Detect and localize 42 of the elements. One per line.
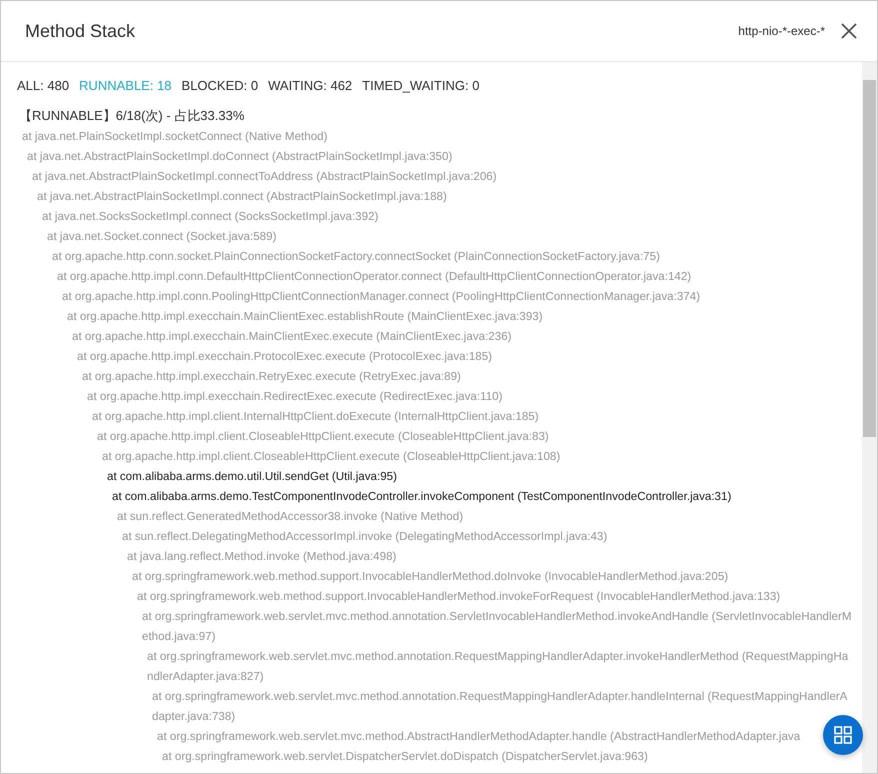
thread-state-filter[interactable]: BLOCKED: 0 [182, 76, 258, 96]
stack-frame-line: at org.apache.http.impl.execchain.MainClientExec.execute (MainClientExec.java:236) [72, 329, 512, 345]
stack-frame-line: at sun.reflect.GeneratedMethodAccessor38.invoke (Native Method) [117, 509, 464, 525]
grid-button[interactable] [823, 715, 863, 755]
stack-frame-line: at java.net.AbstractPlainSocketImpl.connect (AbstractPlainSocketImpl.java:188) [37, 189, 447, 205]
scrollbar-thumb[interactable] [863, 80, 876, 437]
stack-frame-line: at java.net.SocksSocketImpl.connect (SocksSocketImpl.java:392) [42, 209, 378, 225]
stack-frame-line: at java.net.PlainSocketImpl.socketConnect (Native Method) [22, 129, 328, 145]
stack-frame-line: at org.springframework.web.servlet.mvc.method.AbstractHandlerMethodAdapter.handle (AbstractHandlerMethodAdapter.java [157, 729, 800, 745]
stack-frame-line: at org.apache.http.impl.execchain.MainClientExec.establishRoute (MainClientExec.java:393) [67, 309, 543, 325]
scrollbar[interactable] [862, 62, 877, 773]
stack-frame-line: at java.net.AbstractPlainSocketImpl.doConnect (AbstractPlainSocketImpl.java:350) [27, 149, 452, 165]
stack-frame-line: at java.lang.reflect.Method.invoke (Method.java:498) [127, 549, 396, 565]
thread-state-filter[interactable]: ALL: 480 [17, 76, 70, 96]
stack-frame-line: at org.apache.http.impl.conn.DefaultHttpClientConnectionOperator.connect (DefaultHttpClientConnectionOperator.java:142) [57, 269, 692, 285]
stack-frame-line: at org.springframework.web.servlet.DispatcherServlet.doDispatch (DispatcherServlet.java:963) [162, 749, 648, 765]
stack-frame-line: at java.net.Socket.connect (Socket.java:589) [47, 229, 276, 245]
close-icon [841, 23, 857, 39]
stack-frame-line: at org.springframework.web.method.support.InvocableHandlerMethod.invokeForRequest (InvocableHandlerMethod.java:133) [137, 589, 780, 605]
stack-frame-line: at sun.reflect.DelegatingMethodAccessorImpl.invoke (DelegatingMethodAccessorImpl.java:43) [122, 529, 608, 545]
thread-state-filter[interactable]: WAITING: 462 [268, 76, 352, 96]
stack-frame-line: at org.springframework.web.servlet.mvc.method.annotation.ServletInvocableHandlerMethod.invokeAndHandle (ServletInvocableHandlerMethod.java:97) [142, 609, 852, 645]
stack-frame-line: at com.alibaba.arms.demo.util.Util.sendGet (Util.java:95) [107, 469, 397, 485]
stack-frame-line: at org.apache.http.impl.execchain.RetryExec.execute (RetryExec.java:89) [82, 369, 461, 385]
stack-frame-line: at com.alibaba.arms.demo.TestComponentInvodeController.invokeComponent (TestComponentInvodeController.java:31) [112, 489, 732, 505]
stack-frame-line: at org.springframework.web.servlet.mvc.method.annotation.RequestMappingHandlerAdapter.handleInternal (RequestMappingHandlerAdapter.java:738) [152, 689, 848, 725]
thread-state-filter[interactable]: TIMED_WAITING: 0 [362, 76, 480, 96]
dialog-title: Method Stack [25, 20, 136, 42]
close-button[interactable] [841, 23, 857, 39]
stack-frame-line: at org.springframework.web.method.support.InvocableHandlerMethod.doInvoke (InvocableHandlerMethod.java:205) [132, 569, 728, 585]
stack-frame-line: at org.apache.http.impl.client.CloseableHttpClient.execute (CloseableHttpClient.java:83) [97, 429, 549, 445]
stack-frame-line: at org.apache.http.impl.client.InternalHttpClient.doExecute (InternalHttpClient.java:185) [92, 409, 539, 425]
grid-icon [834, 726, 852, 744]
stack-heading: 【RUNNABLE】6/18(次) - 占比33.33% [19, 106, 246, 125]
stack-frame-line: at org.apache.http.impl.client.CloseableHttpClient.execute (CloseableHttpClient.java:108) [102, 449, 560, 465]
thread-filter-label: http-nio-*-exec-* [738, 23, 825, 40]
stack-frame-line: at org.apache.http.impl.conn.PoolingHttpClientConnectionManager.connect (PoolingHttpClientConnectionManager.java:374) [62, 289, 700, 305]
stack-frame-line: at org.apache.http.impl.execchain.ProtocolExec.execute (ProtocolExec.java:185) [77, 349, 492, 365]
stack-frame-line: at org.apache.http.impl.execchain.RedirectExec.execute (RedirectExec.java:110) [87, 389, 502, 405]
stack-frame-line: at org.springframework.web.servlet.mvc.method.annotation.RequestMappingHandlerAdapter.invokeHandlerMethod (RequestMappingHandlerAdapter.java:827) [147, 649, 850, 685]
stack-frame-line: at org.apache.http.conn.socket.PlainConnectionSocketFactory.connectSocket (PlainConnectionSocketFactory.java:75) [52, 249, 660, 265]
stack-frame-line: at java.net.AbstractPlainSocketImpl.connectToAddress (AbstractPlainSocketImpl.java:206) [32, 169, 497, 185]
